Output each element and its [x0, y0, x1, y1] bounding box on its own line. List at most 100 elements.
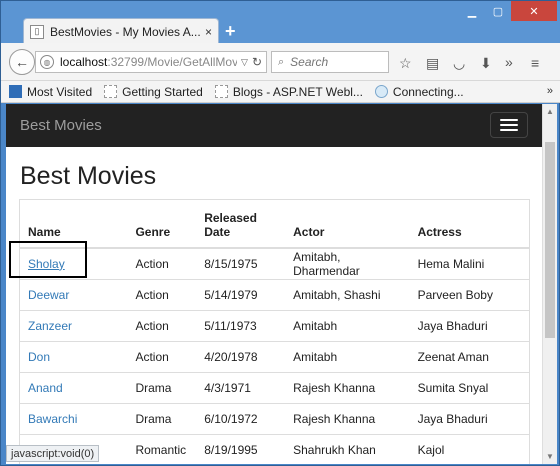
page-content: Best Movies Best Movies Name Genre Relea… [6, 104, 542, 464]
globe-icon: ◍ [40, 55, 54, 69]
url-bar[interactable]: ◍ localhost:32799/Movie/GetAllMov ▽ ↻ [35, 51, 267, 73]
bookmark-label: Blogs - ASP.NET Webl... [232, 84, 363, 99]
actress-cell: Hema Malini [409, 247, 513, 279]
status-bar: javascript:void(0) [6, 445, 100, 462]
new-tab-button[interactable]: + [225, 21, 236, 42]
bookmark-label: Most Visited [27, 84, 93, 99]
scrollbar-thumb[interactable] [545, 142, 555, 338]
genre-cell: Action [127, 309, 197, 341]
bookmarks-toolbar: Most Visited Getting Started Blogs - ASP… [1, 81, 560, 103]
navigation-toolbar: ← ◍ localhost:32799/Movie/GetAllMov ▽ ↻ … [1, 43, 560, 81]
actress-cell: Jaya Bhaduri [409, 309, 513, 341]
header-actress: Actress [409, 200, 513, 249]
page-icon: ▯ [30, 24, 44, 39]
spacer-cell [513, 371, 529, 403]
actress-cell: Kajol [409, 433, 513, 464]
url-dropdown-icon[interactable]: ▽ [241, 57, 248, 68]
movie-link[interactable]: Deewar [28, 288, 69, 302]
genre-cell: Drama [127, 402, 197, 434]
bookmark-page-icon [214, 85, 228, 98]
bookmark-getting-started[interactable]: Getting Started [104, 85, 203, 99]
bookmark-folder-icon [9, 85, 22, 98]
header-actor: Actor [285, 200, 410, 249]
date-cell: 6/10/1972 [196, 402, 286, 434]
bookmark-connecting[interactable]: Connecting... [374, 85, 464, 99]
genre-cell: Action [127, 247, 197, 279]
window-close-button[interactable]: ✕ [511, 1, 557, 21]
menu-icon[interactable]: ≡ [531, 55, 539, 71]
movie-link[interactable]: Zanzeer [28, 319, 72, 333]
actress-cell: Jaya Bhaduri [409, 402, 513, 434]
bookmark-blogs[interactable]: Blogs - ASP.NET Webl... [214, 84, 363, 99]
date-cell: 4/20/1978 [196, 340, 286, 372]
navbar-toggle-button[interactable] [490, 112, 528, 138]
genre-cell: Drama [127, 371, 197, 403]
movies-table: Name Genre Released Date Actor Actress S… [20, 200, 529, 464]
hamburger-bar [500, 119, 518, 121]
date-cell: 5/11/1973 [196, 309, 286, 341]
spacer-cell [513, 278, 529, 310]
movie-name-cell: Zanzeer [20, 309, 128, 341]
downloads-icon[interactable]: ⬇ [480, 55, 492, 72]
actor-cell: Amitabh [285, 309, 410, 341]
pocket-icon[interactable]: ◡ [453, 55, 465, 72]
actor-cell: Amitabh, Dharmendar [285, 247, 410, 279]
search-icon: ⌕ [278, 55, 285, 68]
page-title: Best Movies [20, 162, 157, 190]
movie-name-cell: Don [20, 340, 128, 372]
scroll-down-icon[interactable]: ▼ [546, 452, 554, 461]
url-text[interactable]: localhost:32799/Movie/GetAllMov [60, 55, 237, 69]
minimize-button[interactable]: ▁ [459, 1, 485, 21]
bookmark-star-icon[interactable]: ☆ [399, 55, 412, 72]
scroll-up-icon[interactable]: ▲ [546, 107, 554, 116]
actress-cell: Zeenat Aman [409, 340, 513, 372]
bookmark-label: Getting Started [122, 84, 203, 99]
date-cell: 5/14/1979 [196, 278, 286, 310]
bookmarks-overflow-icon[interactable]: » [547, 85, 553, 97]
actor-cell: Rajesh Khanna [285, 402, 410, 434]
genre-cell: Romantic [127, 433, 197, 464]
reload-icon[interactable]: ↻ [252, 55, 262, 69]
url-host: localhost [60, 55, 108, 69]
focus-highlight-box [9, 241, 87, 278]
back-button[interactable]: ← [9, 49, 35, 75]
hamburger-bar [500, 124, 518, 126]
tab-title: BestMovies - My Movies A... [50, 24, 201, 39]
page-scrollbar[interactable]: ▲ ▼ [542, 104, 557, 464]
spacer-cell [513, 340, 529, 372]
spacer-cell [513, 433, 529, 464]
overflow-icon[interactable]: » [505, 54, 513, 70]
header-genre: Genre [127, 200, 197, 249]
reading-list-icon[interactable]: ▤ [426, 55, 439, 72]
movie-name-cell: Anand [20, 371, 128, 403]
browser-tab[interactable]: ▯ BestMovies - My Movies A... × [23, 18, 219, 44]
table-row: Anand Drama 4/3/1971 Rajesh Khanna Sumit… [20, 371, 529, 403]
header-spacer [513, 200, 529, 249]
table-row: Bawarchi Drama 6/10/1972 Rajesh Khanna J… [20, 402, 529, 434]
movie-link[interactable]: Bawarchi [28, 412, 77, 426]
movie-link[interactable]: Don [28, 350, 50, 364]
maximize-button[interactable]: ▢ [485, 1, 511, 21]
actress-cell: Parveen Boby [409, 278, 513, 310]
url-path: :32799/Movie/GetAllMov [107, 55, 238, 69]
browser-window: ▯ BestMovies - My Movies A... × + ▁ ▢ ✕ … [0, 0, 560, 466]
actor-cell: Shahrukh Khan [285, 433, 410, 464]
table-row: Don Action 4/20/1978 Amitabh Zeenat Aman [20, 340, 529, 372]
close-tab-icon[interactable]: × [205, 25, 212, 39]
bookmark-most-visited[interactable]: Most Visited [9, 85, 92, 99]
tab-bar: ▯ BestMovies - My Movies A... × + ▁ ▢ ✕ [1, 1, 560, 44]
search-bar[interactable]: ⌕ [271, 51, 389, 73]
spacer-cell [513, 402, 529, 434]
actress-cell: Sumita Snyal [409, 371, 513, 403]
movie-link[interactable]: Anand [28, 381, 63, 395]
actor-cell: Amitabh [285, 340, 410, 372]
search-input[interactable] [290, 55, 379, 69]
back-arrow-icon: ← [15, 54, 29, 70]
connecting-icon [374, 85, 388, 98]
navbar-brand[interactable]: Best Movies [20, 117, 102, 134]
movie-name-cell: Deewar [20, 278, 128, 310]
date-cell: 8/19/1995 [196, 433, 286, 464]
actor-cell: Amitabh, Shashi [285, 278, 410, 310]
movies-table-container: Name Genre Released Date Actor Actress S… [19, 199, 530, 464]
app-navbar: Best Movies [6, 104, 542, 147]
